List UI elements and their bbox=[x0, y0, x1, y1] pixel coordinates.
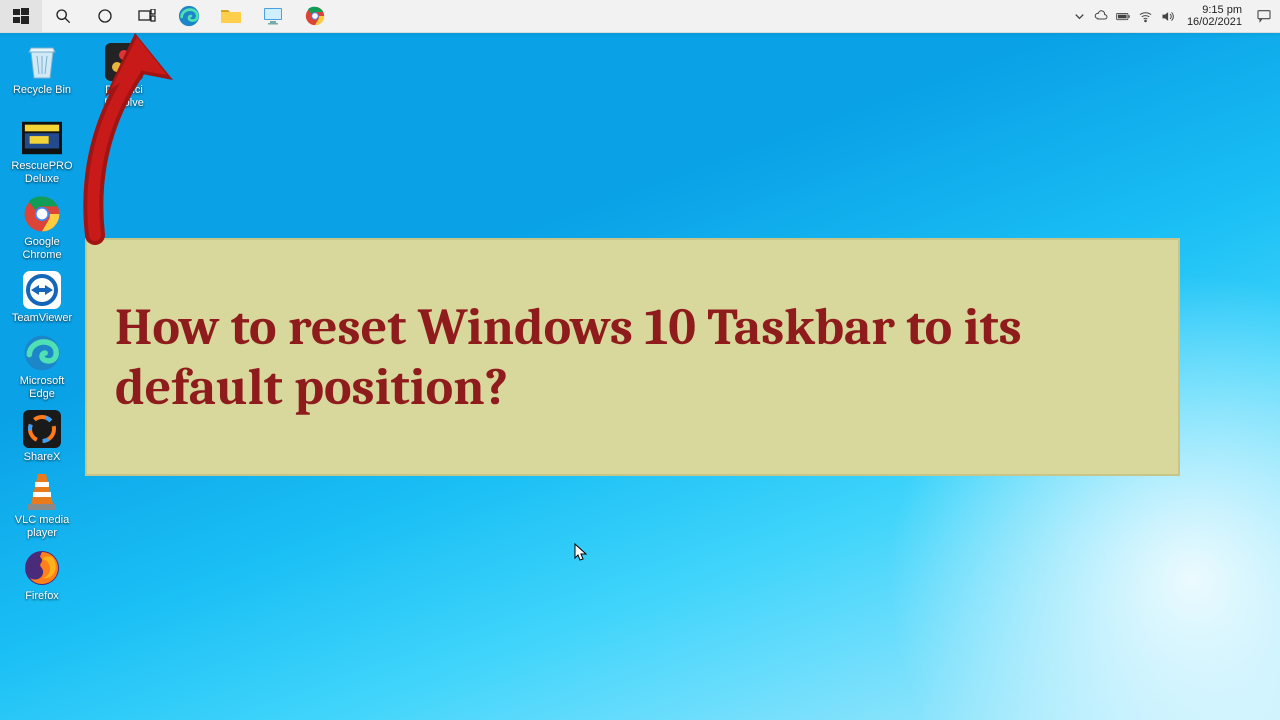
tray-volume[interactable] bbox=[1157, 0, 1179, 32]
monitor-icon bbox=[262, 7, 284, 25]
desktop-icon-label: TeamViewer bbox=[12, 312, 72, 325]
search-icon bbox=[55, 8, 71, 24]
wifi-icon bbox=[1138, 9, 1153, 24]
chrome-icon bbox=[305, 6, 325, 26]
search-button[interactable] bbox=[42, 0, 84, 32]
tray-wifi[interactable] bbox=[1135, 0, 1157, 32]
title-banner: How to reset Windows 10 Taskbar to its d… bbox=[85, 238, 1180, 476]
vlc-icon bbox=[22, 472, 62, 512]
speaker-icon bbox=[1160, 9, 1175, 24]
recycle-bin-icon bbox=[22, 42, 62, 82]
desktop-icon-davinci-resolve[interactable]: DaVinci Resolve bbox=[88, 40, 160, 112]
task-view-button[interactable] bbox=[126, 0, 168, 32]
task-view-icon bbox=[138, 9, 156, 23]
davinci-icon bbox=[104, 42, 144, 82]
firefox-icon bbox=[22, 548, 62, 588]
taskbar-left bbox=[0, 0, 336, 32]
desktop-icon-teamviewer[interactable]: TeamViewer bbox=[6, 268, 78, 327]
start-button[interactable] bbox=[0, 0, 42, 32]
taskbar: 9:15 pm 16/02/2021 bbox=[0, 0, 1280, 33]
taskbar-right: 9:15 pm 16/02/2021 bbox=[1069, 0, 1280, 32]
tray-battery[interactable] bbox=[1113, 0, 1135, 32]
teamviewer-icon bbox=[22, 270, 62, 310]
desktop-icon-edge[interactable]: Microsoft Edge bbox=[6, 331, 78, 403]
taskbar-clock[interactable]: 9:15 pm 16/02/2021 bbox=[1179, 4, 1250, 28]
edge-icon bbox=[178, 5, 200, 27]
desktop-icon-rescuepro[interactable]: RescuePRO Deluxe bbox=[6, 116, 78, 188]
cloud-sync-icon bbox=[1094, 9, 1109, 24]
chevron-down-icon bbox=[1072, 9, 1087, 24]
taskbar-app-this-pc[interactable] bbox=[252, 0, 294, 32]
banner-text: How to reset Windows 10 Taskbar to its d… bbox=[115, 297, 1150, 417]
desktop-icon-label: Google Chrome bbox=[6, 236, 78, 262]
chrome-icon bbox=[22, 194, 62, 234]
desktop-icon-chrome[interactable]: Google Chrome bbox=[6, 192, 78, 264]
cortana-button[interactable] bbox=[84, 0, 126, 32]
windows-logo-icon bbox=[13, 8, 29, 24]
clock-time: 9:15 pm bbox=[1187, 4, 1242, 16]
taskbar-app-edge[interactable] bbox=[168, 0, 210, 32]
edge-icon bbox=[22, 333, 62, 373]
desktop-screen: 9:15 pm 16/02/2021 Recycle Bin DaVinci R… bbox=[0, 0, 1280, 720]
sharex-icon bbox=[22, 409, 62, 449]
tray-chevron[interactable] bbox=[1069, 0, 1091, 32]
desktop-icon-firefox[interactable]: Firefox bbox=[6, 546, 78, 605]
desktop-icon-label: Microsoft Edge bbox=[6, 375, 78, 401]
desktop-icon-label: Recycle Bin bbox=[13, 84, 71, 97]
mouse-cursor-icon bbox=[574, 543, 588, 563]
desktop-icon-label: ShareX bbox=[24, 451, 61, 464]
tray-onedrive[interactable] bbox=[1091, 0, 1113, 32]
battery-icon bbox=[1116, 9, 1131, 24]
desktop-icon-sharex[interactable]: ShareX bbox=[6, 407, 78, 466]
cortana-icon bbox=[97, 8, 113, 24]
desktop-icon-label: Firefox bbox=[25, 590, 59, 603]
notification-icon bbox=[1256, 8, 1272, 24]
desktop-icon-vlc[interactable]: VLC media player bbox=[6, 470, 78, 542]
desktop-icon-recycle-bin[interactable]: Recycle Bin bbox=[6, 40, 78, 112]
desktop-icon-label: DaVinci Resolve bbox=[88, 84, 160, 110]
taskbar-app-chrome[interactable] bbox=[294, 0, 336, 32]
taskbar-app-file-explorer[interactable] bbox=[210, 0, 252, 32]
action-center-button[interactable] bbox=[1250, 0, 1278, 32]
desktop-icon-label: RescuePRO Deluxe bbox=[6, 160, 78, 186]
rescuepro-icon bbox=[22, 118, 62, 158]
desktop-icon-label: VLC media player bbox=[6, 514, 78, 540]
clock-date: 16/02/2021 bbox=[1187, 16, 1242, 28]
folder-icon bbox=[220, 7, 242, 25]
